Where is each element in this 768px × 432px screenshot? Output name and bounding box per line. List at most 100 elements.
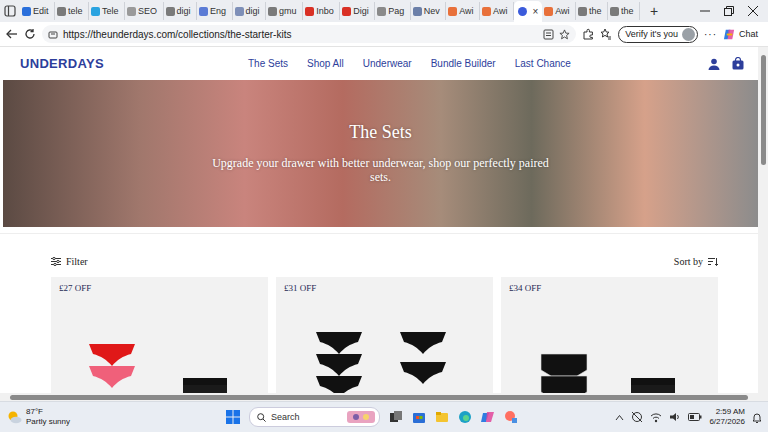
bag-icon[interactable] xyxy=(732,57,744,70)
close-window-icon[interactable] xyxy=(748,6,758,16)
favicon-icon xyxy=(127,7,136,16)
nav-link[interactable]: The Sets xyxy=(248,58,288,69)
file-explorer-icon[interactable] xyxy=(435,410,449,424)
favicon-icon xyxy=(91,7,100,16)
copilot-app-icon[interactable] xyxy=(481,410,495,424)
url-field[interactable]: https://theunderdays.com/collections/the… xyxy=(42,25,576,43)
product-photo[interactable] xyxy=(65,292,255,397)
wifi-icon[interactable] xyxy=(650,411,662,423)
browser-tab[interactable]: Inbo xyxy=(303,2,340,20)
browser-tab[interactable]: Awi xyxy=(542,2,576,20)
chat-label[interactable]: Chat xyxy=(739,29,758,39)
paint-icon[interactable] xyxy=(504,410,518,424)
favicon-icon xyxy=(377,7,386,16)
verify-button[interactable]: Verify it's you xyxy=(618,26,698,43)
windows-start-icon[interactable] xyxy=(226,410,240,424)
nav-link[interactable]: Underwear xyxy=(363,58,412,69)
browser-tab[interactable]: × xyxy=(514,1,542,22)
account-icon[interactable] xyxy=(708,58,720,70)
battery-icon[interactable] xyxy=(688,412,702,422)
browser-tab[interactable]: digi xyxy=(233,2,267,20)
hero-subtitle: Upgrade your drawer with better underwea… xyxy=(206,157,556,185)
scroll-thumb[interactable] xyxy=(761,55,766,165)
sync-off-icon[interactable] xyxy=(631,411,643,423)
tab-label: gmu xyxy=(279,6,297,16)
browser-tab[interactable]: Edit xyxy=(20,2,55,20)
browser-tab[interactable]: gmu xyxy=(266,2,303,20)
favicon-icon xyxy=(22,7,31,16)
address-bar: https://theunderdays.com/collections/the… xyxy=(0,22,768,47)
browser-window: EditteleTeleSEOdigiEngdigigmuInboDigiPag… xyxy=(0,0,768,432)
product-card[interactable]: £27 OFF xyxy=(51,277,268,397)
browser-tab[interactable]: Awi xyxy=(446,2,480,20)
filter-label[interactable]: Filter xyxy=(66,256,88,267)
tab-label: Tele xyxy=(102,6,119,16)
favicon-icon xyxy=(199,7,208,16)
browser-tab[interactable]: the xyxy=(608,2,640,20)
chat-button[interactable]: Chat xyxy=(723,28,762,41)
favicon-icon xyxy=(413,7,422,16)
browser-tab[interactable]: tele xyxy=(55,2,89,20)
filter-button[interactable]: Filter xyxy=(51,256,88,267)
product-card[interactable]: £31 OFF xyxy=(276,277,493,397)
back-icon[interactable] xyxy=(6,28,18,40)
site-logo[interactable]: UNDERDAYS xyxy=(20,56,248,71)
store-icon[interactable] xyxy=(412,410,426,424)
browser-tab[interactable]: SEO xyxy=(125,2,164,20)
reader-icon[interactable] xyxy=(543,29,554,40)
weather-widget[interactable]: 87°FPartly sunny xyxy=(6,407,226,426)
task-view-icon[interactable] xyxy=(389,410,403,424)
browser-tab[interactable]: the xyxy=(576,2,608,20)
verify-label[interactable]: Verify it's you xyxy=(625,29,678,39)
nav-link[interactable]: Shop All xyxy=(307,58,344,69)
filter-bar: Filter Sort by xyxy=(0,233,758,277)
browser-tab[interactable]: Pag xyxy=(375,2,411,20)
vertical-scrollbar[interactable] xyxy=(758,47,768,401)
clock[interactable]: 2:59 AM6/27/2026 xyxy=(709,407,745,427)
scroll-thumb[interactable] xyxy=(10,395,748,400)
browser-tab[interactable]: Nev xyxy=(411,2,447,20)
taskbar-search[interactable]: Search xyxy=(249,407,380,427)
date[interactable]: 6/27/2026 xyxy=(709,417,745,427)
nav-link[interactable]: Bundle Builder xyxy=(431,58,496,69)
search-highlight-icon xyxy=(347,411,375,423)
tab-label: digi xyxy=(177,6,191,16)
tab-label: Awi xyxy=(555,6,569,16)
product-photo[interactable] xyxy=(290,292,480,397)
search-placeholder[interactable]: Search xyxy=(271,412,342,422)
edge-icon[interactable] xyxy=(458,410,472,424)
close-tab-button[interactable]: × xyxy=(532,6,538,17)
favicon-icon xyxy=(482,7,491,16)
product-card[interactable]: £34 OFF xyxy=(501,277,718,397)
hero-title: The Sets xyxy=(349,122,412,143)
sort-label[interactable]: Sort by xyxy=(674,256,703,267)
tab-label: Eng xyxy=(210,6,226,16)
browser-tab[interactable]: Digi xyxy=(340,2,375,20)
tab-label: SEO xyxy=(138,6,157,16)
url-text[interactable]: https://theunderdays.com/collections/the… xyxy=(63,29,538,40)
minimize-icon[interactable] xyxy=(700,6,710,16)
more-button[interactable]: ··· xyxy=(704,29,717,40)
volume-icon[interactable] xyxy=(669,411,681,423)
notifications-icon[interactable] xyxy=(752,412,762,423)
browser-tab[interactable]: Eng xyxy=(197,2,233,20)
reload-icon[interactable] xyxy=(24,28,36,40)
product-photo[interactable] xyxy=(515,292,705,397)
browser-tab[interactable]: Awi xyxy=(480,2,514,20)
favorites-icon[interactable] xyxy=(600,28,612,40)
restore-icon[interactable] xyxy=(724,6,734,16)
nav-link[interactable]: Last Chance xyxy=(515,58,571,69)
chevron-up-icon[interactable] xyxy=(615,414,624,421)
new-tab-button[interactable]: + xyxy=(644,3,664,19)
discount-badge: £34 OFF xyxy=(509,283,541,293)
avatar-icon[interactable] xyxy=(682,28,695,41)
hero-banner: The Sets Upgrade your drawer with better … xyxy=(3,80,758,227)
favicon-icon xyxy=(448,7,457,16)
time[interactable]: 2:59 AM xyxy=(716,407,745,417)
horizontal-scrollbar[interactable] xyxy=(0,393,758,401)
browser-tab[interactable]: digi xyxy=(164,2,198,20)
star-icon[interactable] xyxy=(559,29,570,40)
browser-tab[interactable]: Tele xyxy=(89,2,125,20)
extensions-icon[interactable] xyxy=(582,28,594,40)
sort-button[interactable]: Sort by xyxy=(674,256,718,267)
